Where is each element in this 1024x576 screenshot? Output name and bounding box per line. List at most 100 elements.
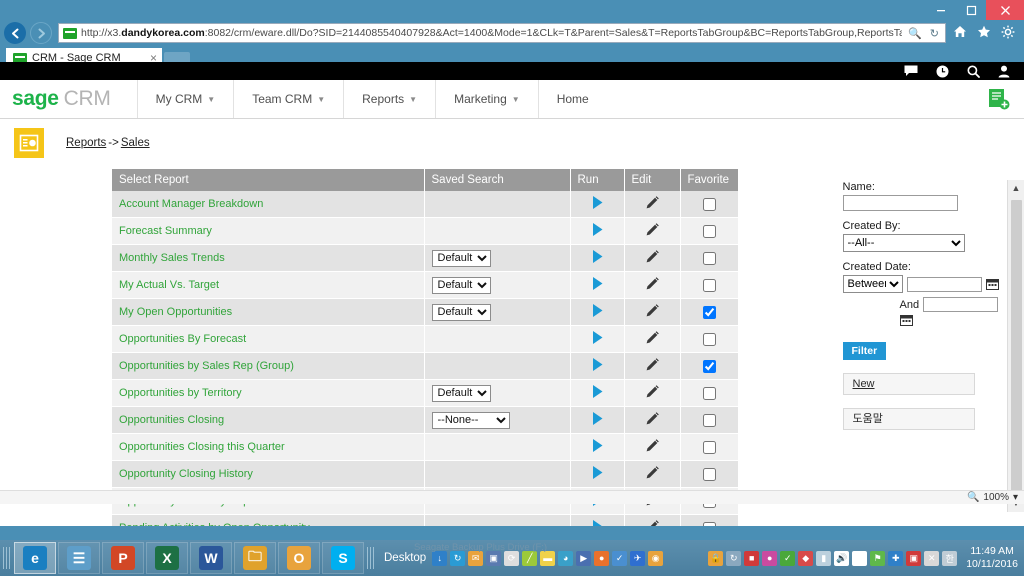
pill-icon[interactable]: ╱ <box>522 550 538 566</box>
favorite-checkbox[interactable] <box>702 386 716 400</box>
nav-item-marketing[interactable]: Marketing ▼ <box>435 80 538 118</box>
column-header-edit[interactable]: Edit <box>624 169 681 191</box>
battery-icon[interactable]: ▮ <box>816 550 832 566</box>
address-bar[interactable]: http://x3.dandykorea.com:8082/crm/eware.… <box>58 23 946 43</box>
column-header-select-report[interactable]: Select Report <box>112 169 425 191</box>
close-tray-icon[interactable]: ✕ <box>924 550 940 566</box>
lock-icon[interactable]: 🔒 <box>708 550 724 566</box>
report-link[interactable]: Opportunities Closing <box>119 414 224 426</box>
favorite-checkbox[interactable] <box>702 197 716 211</box>
orange-app-icon[interactable]: ◉ <box>648 550 664 566</box>
breadcrumb-link-sales[interactable]: Sales <box>121 137 150 149</box>
blue-app-icon[interactable]: ✈ <box>630 550 646 566</box>
zoom-level-label[interactable]: 100% <box>983 492 1009 503</box>
run-play-icon[interactable] <box>591 466 604 483</box>
name-input[interactable] <box>842 195 958 211</box>
ime-icon[interactable]: 한 <box>942 550 958 566</box>
run-play-icon[interactable] <box>591 223 604 240</box>
column-header-run[interactable]: Run <box>570 169 625 191</box>
taskbar-item-excel[interactable]: X <box>146 542 188 574</box>
run-play-icon[interactable] <box>591 439 604 456</box>
run-play-icon[interactable] <box>591 385 604 402</box>
edit-pencil-icon[interactable] <box>645 331 660 348</box>
edit-pencil-icon[interactable] <box>645 250 660 267</box>
nav-item-home[interactable]: Home <box>537 80 607 118</box>
network-icon[interactable]: ▰ <box>852 550 868 566</box>
restore-icon[interactable] <box>956 0 986 20</box>
run-play-icon[interactable] <box>591 304 604 321</box>
plus-icon[interactable]: ✚ <box>888 550 904 566</box>
shield-icon[interactable]: ✓ <box>612 550 628 566</box>
report-link[interactable]: Opportunities Closing this Quarter <box>119 441 285 453</box>
color-icon[interactable]: ● <box>762 550 778 566</box>
user-profile-icon[interactable] <box>998 65 1010 78</box>
edit-pencil-icon[interactable] <box>645 520 660 526</box>
favorite-checkbox[interactable] <box>702 521 716 526</box>
edit-pencil-icon[interactable] <box>645 277 660 294</box>
saved-search-select[interactable]: Default <box>431 276 491 294</box>
recorder-icon[interactable]: ■ <box>744 550 760 566</box>
search-icon[interactable]: 🔍 <box>906 27 924 40</box>
gear-icon[interactable] <box>998 25 1018 42</box>
sage-crm-logo[interactable]: sage CRM <box>0 80 137 118</box>
refresh-icon[interactable]: ↻ <box>928 27 941 40</box>
favorite-checkbox[interactable] <box>702 332 716 346</box>
display-icon[interactable]: ▣ <box>906 550 922 566</box>
calendar-icon[interactable] <box>899 314 913 326</box>
date-operator-select[interactable]: Between <box>842 275 903 293</box>
note-icon[interactable]: ▬ <box>540 550 556 566</box>
edit-pencil-icon[interactable] <box>645 196 660 213</box>
filter-button[interactable]: Filter <box>842 342 887 360</box>
paint-icon[interactable]: ◕ <box>558 550 574 566</box>
dropbox-icon[interactable]: ◆ <box>798 550 814 566</box>
favorite-checkbox[interactable] <box>702 305 716 319</box>
saved-search-select[interactable]: Default <box>431 249 491 267</box>
run-play-icon[interactable] <box>591 358 604 375</box>
edit-pencil-icon[interactable] <box>645 439 660 456</box>
run-play-icon[interactable] <box>591 250 604 267</box>
minimize-icon[interactable] <box>926 0 956 20</box>
taskbar-item-powerpoint[interactable]: P <box>102 542 144 574</box>
taskbar-clock[interactable]: 11:49 AM 10/11/2016 <box>961 545 1018 571</box>
report-link[interactable]: Opportunities by Territory <box>119 387 242 399</box>
run-play-icon[interactable] <box>591 331 604 348</box>
report-link[interactable]: My Actual Vs. Target <box>119 279 219 291</box>
column-header-saved-search[interactable]: Saved Search <box>424 169 571 191</box>
save-icon[interactable]: ▣ <box>486 550 502 566</box>
edit-pencil-icon[interactable] <box>645 466 660 483</box>
breadcrumb-link-reports[interactable]: Reports <box>66 137 106 149</box>
taskbar-item-notepad[interactable]: ☰ <box>58 542 100 574</box>
edit-pencil-icon[interactable] <box>645 223 660 240</box>
back-arrow-icon[interactable] <box>4 22 26 44</box>
flag-icon[interactable]: ⚑ <box>870 550 886 566</box>
taskbar-item-file-explorer[interactable]: 🗀 <box>234 542 276 574</box>
taskbar-grip[interactable] <box>3 547 11 569</box>
update-icon[interactable]: ↻ <box>726 550 742 566</box>
taskbar-item-outlook[interactable]: O <box>278 542 320 574</box>
taskbar-grip[interactable] <box>367 547 375 569</box>
zoom-magnifier-icon[interactable]: 🔍 <box>967 492 979 503</box>
report-link[interactable]: My Open Opportunities <box>119 306 232 318</box>
edit-pencil-icon[interactable] <box>645 358 660 375</box>
nav-item-my-crm[interactable]: My CRM ▼ <box>136 80 234 118</box>
mail-icon[interactable]: ✉ <box>468 550 484 566</box>
close-icon[interactable] <box>986 0 1024 20</box>
edit-pencil-icon[interactable] <box>645 385 660 402</box>
scroll-up-arrow-icon[interactable]: ▲ <box>1012 180 1021 197</box>
star-icon[interactable] <box>974 25 994 41</box>
new-document-icon[interactable] <box>988 80 1010 118</box>
report-link[interactable]: Opportunities By Forecast <box>119 333 246 345</box>
edit-pencil-icon[interactable] <box>645 304 660 321</box>
favorite-checkbox[interactable] <box>702 278 716 292</box>
run-play-icon[interactable] <box>591 196 604 213</box>
taskbar-item-word[interactable]: W <box>190 542 232 574</box>
saved-search-select[interactable]: Default <box>431 384 491 402</box>
download-icon[interactable]: ↓ <box>432 550 448 566</box>
new-button[interactable]: New <box>842 373 975 395</box>
report-link[interactable]: Opportunity Closing History <box>119 468 253 480</box>
desktop-toolbar-label[interactable]: Desktop <box>378 552 432 564</box>
favorite-checkbox[interactable] <box>702 224 716 238</box>
report-link[interactable]: Monthly Sales Trends <box>119 252 225 264</box>
home-icon[interactable] <box>950 25 970 41</box>
created-by-select[interactable]: --All-- <box>842 234 965 252</box>
